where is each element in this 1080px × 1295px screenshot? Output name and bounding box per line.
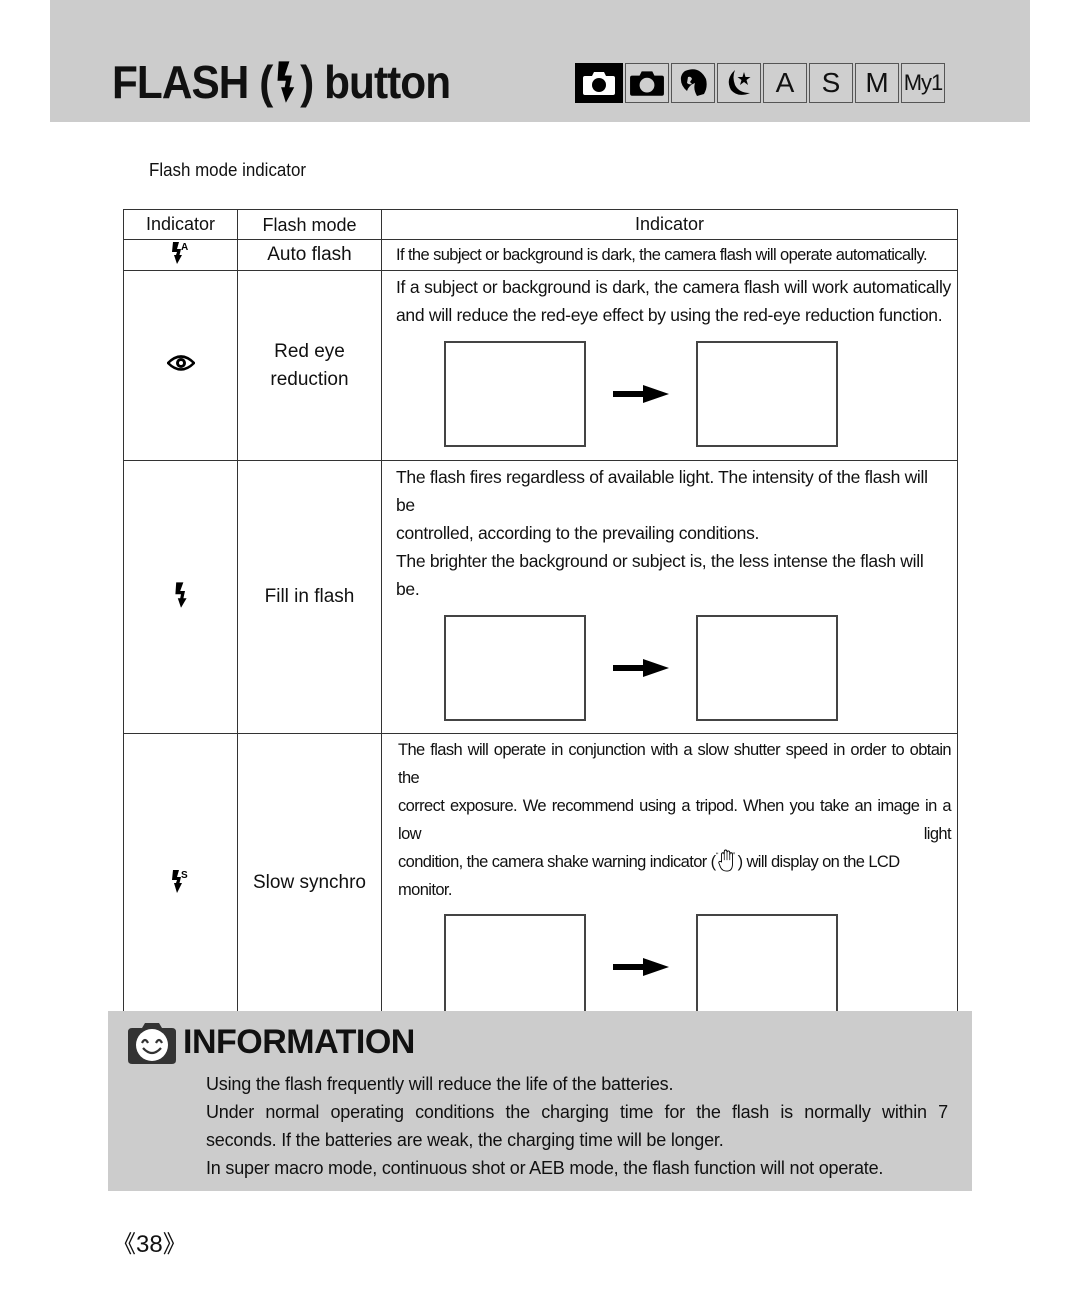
table-row: Fill in flash The flash fires regardless… bbox=[123, 460, 958, 734]
column-header-flash-mode: Flash mode bbox=[237, 209, 382, 240]
example-images bbox=[444, 341, 957, 447]
indicator-cell bbox=[123, 270, 238, 461]
description-text: condition, the camera shake warning indi… bbox=[398, 853, 716, 871]
table-row: A Auto flash If the subject or backgroun… bbox=[123, 239, 958, 271]
description-text: If a subject or background is dark, the … bbox=[396, 277, 951, 297]
mode-strip: A S M My1 bbox=[575, 63, 945, 103]
shutter-priority-mode: S bbox=[809, 63, 853, 103]
description-text: The flash will operate in conjunction wi… bbox=[398, 741, 952, 787]
after-image-frame bbox=[696, 615, 838, 721]
aperture-priority-mode: A bbox=[763, 63, 807, 103]
example-images bbox=[444, 914, 957, 1020]
information-line: Using the flash frequently will reduce t… bbox=[206, 1074, 674, 1094]
flash-mode-cell: Slow synchro bbox=[237, 733, 382, 1033]
after-image-frame bbox=[696, 341, 838, 447]
night-scene-mode-icon bbox=[717, 63, 761, 103]
indicator-cell bbox=[123, 460, 238, 734]
auto-flash-icon: A bbox=[171, 241, 188, 264]
information-box: INFORMATION Using the flash frequently w… bbox=[108, 1011, 972, 1191]
description-text: The flash fires regardless of available … bbox=[396, 467, 928, 515]
flash-mode-line: reduction bbox=[270, 368, 349, 390]
camera-shake-warning-icon bbox=[716, 849, 738, 873]
information-camera-icon bbox=[128, 1023, 176, 1064]
before-image-frame bbox=[444, 914, 586, 1020]
arrow-right-icon bbox=[613, 658, 669, 678]
before-image-frame bbox=[444, 341, 586, 447]
table-row: Red eye reduction If a subject or backgr… bbox=[123, 270, 958, 461]
arrow-right-icon bbox=[613, 384, 669, 404]
page-title-prefix: FLASH ( bbox=[112, 56, 273, 108]
after-image-frame bbox=[696, 914, 838, 1020]
description-cell: If a subject or background is dark, the … bbox=[381, 270, 958, 461]
arrow-right-icon bbox=[613, 957, 669, 977]
column-header-description: Indicator bbox=[381, 209, 958, 240]
description-text: If the subject or background is dark, th… bbox=[396, 246, 928, 264]
page-title: FLASH ( ) button bbox=[112, 55, 451, 109]
description-text: The brighter the background or subject i… bbox=[396, 551, 924, 599]
my-set-mode: My1 bbox=[901, 63, 945, 103]
information-line: seconds. If the batteries are weak, the … bbox=[206, 1130, 724, 1150]
slow-synchro-icon: S bbox=[171, 869, 188, 893]
information-text: Using the flash frequently will reduce t… bbox=[206, 1070, 948, 1182]
program-mode-icon bbox=[625, 63, 669, 103]
flash-mode-line: Red eye bbox=[274, 340, 345, 362]
red-eye-icon bbox=[165, 355, 196, 371]
information-line: Under normal operating conditions the ch… bbox=[206, 1102, 948, 1122]
information-line: In super macro mode, continuous shot or … bbox=[206, 1158, 884, 1178]
page-number: 《38》 bbox=[112, 1231, 187, 1258]
auto-mode-icon bbox=[575, 63, 623, 103]
svg-text:A: A bbox=[181, 242, 188, 253]
fill-flash-icon bbox=[173, 582, 189, 608]
description-text: controlled, according to the prevailing … bbox=[396, 523, 760, 543]
indicator-cell: S bbox=[123, 733, 238, 1033]
column-header-indicator: Indicator bbox=[123, 209, 238, 240]
flash-mode-cell: Fill in flash bbox=[237, 460, 382, 734]
description-text: correct exposure. We recommend using a t… bbox=[398, 797, 952, 843]
description-cell: The flash will operate in conjunction wi… bbox=[381, 733, 958, 1033]
portrait-mode-icon bbox=[671, 63, 715, 103]
before-image-frame bbox=[444, 615, 586, 721]
description-text: and will reduce the red-eye effect by us… bbox=[396, 305, 943, 325]
example-images bbox=[444, 615, 957, 721]
flash-icon bbox=[274, 58, 298, 106]
manual-mode: M bbox=[855, 63, 899, 103]
description-cell: The flash fires regardless of available … bbox=[381, 460, 958, 734]
description-cell: If the subject or background is dark, th… bbox=[381, 239, 958, 271]
page-title-suffix: ) button bbox=[300, 56, 451, 108]
indicator-cell: A bbox=[123, 239, 238, 271]
table-header-row: Indicator Flash mode Indicator bbox=[123, 209, 958, 240]
svg-text:S: S bbox=[181, 870, 188, 881]
table-row: S Slow synchro The flash will operate in… bbox=[123, 733, 958, 1033]
flash-mode-cell: Auto flash bbox=[237, 239, 382, 271]
flash-mode-cell: Red eye reduction bbox=[237, 270, 382, 461]
information-title: INFORMATION bbox=[183, 1023, 415, 1061]
section-label: Flash mode indicator bbox=[149, 160, 307, 180]
